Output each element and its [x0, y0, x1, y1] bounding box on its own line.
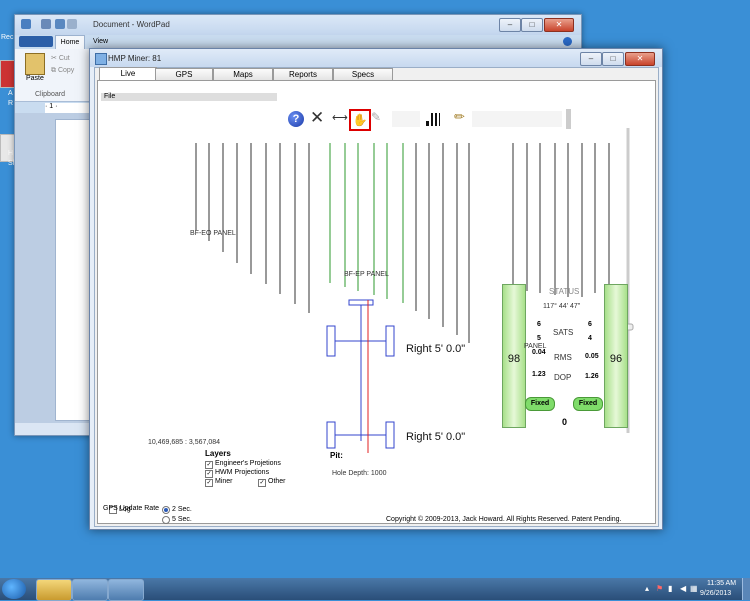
right-dop: 1.26 — [585, 373, 599, 380]
hmp-close-button[interactable]: ✕ — [625, 52, 655, 66]
wordpad-file-menu-button[interactable] — [19, 36, 53, 47]
tab-live[interactable]: Live — [99, 67, 157, 81]
layer-miner-checkbox[interactable]: ✓ — [205, 479, 213, 487]
hmp-minimize-button[interactable]: – — [580, 52, 602, 66]
miner-left-track-top — [326, 325, 336, 357]
miner-right-track-bottom — [385, 421, 395, 449]
right-offset-top: Right 5' 0.0" — [406, 343, 466, 355]
hmp-app-icon — [95, 53, 107, 65]
miner-outline — [326, 299, 395, 449]
hmp-titlebar[interactable]: HMP Miner: 81 – □ ✕ — [90, 49, 662, 67]
left-gps-value: 98 — [507, 353, 521, 365]
desktop-label-recycle: Rec — [1, 34, 14, 41]
tray-arrow-icon[interactable]: ▴ — [645, 584, 653, 593]
layer-other-checkbox[interactable]: ✓ — [258, 479, 266, 487]
status-header: STATUS — [549, 287, 580, 296]
clipboard-group-label: Clipboard — [35, 91, 65, 98]
gps-rate-2sec-radio[interactable] — [162, 506, 170, 514]
copyright-notice: Copyright © 2009-2013, Jack Howard. All … — [386, 516, 622, 523]
wordpad-close-button[interactable]: ✕ — [544, 18, 574, 32]
redo-icon[interactable] — [67, 19, 77, 29]
miner-top-cap — [348, 299, 374, 306]
wordpad-app-icon[interactable] — [21, 19, 31, 29]
miner-right-track-top — [385, 325, 395, 357]
layer-other-label: Other — [268, 478, 286, 485]
drill-lines — [195, 143, 610, 343]
taskbar-explorer-icon[interactable] — [36, 579, 72, 601]
show-desktop-button[interactable] — [742, 578, 750, 600]
start-button[interactable] — [2, 579, 26, 599]
clock-date[interactable]: 9/26/2013 — [700, 590, 731, 597]
miner-left-track-bottom — [326, 421, 336, 449]
gps-rate-5sec-radio[interactable] — [162, 516, 170, 524]
right-sats: 4 — [588, 335, 592, 342]
coordinates-readout: 10,469,685 : 3,567,084 — [148, 439, 221, 446]
taskbar-wordpad-icon[interactable] — [108, 579, 144, 601]
tray-volume-icon[interactable]: ◀ — [680, 584, 688, 593]
undo-icon[interactable] — [55, 19, 65, 29]
cut-button[interactable]: ✂ Cut — [51, 54, 70, 62]
sats-label: SATS — [553, 328, 574, 337]
desktop-label-a: A — [8, 90, 13, 97]
cut-icon: ✂ — [51, 55, 59, 62]
left-sats-top: 6 — [537, 321, 541, 328]
bf-ep-panel-label: BF-EP PANEL — [344, 271, 389, 278]
gps-update-rate-label: GPS Update Rate — [103, 505, 160, 512]
wordpad-titlebar[interactable]: Document - WordPad – □ ✕ — [15, 15, 581, 35]
wordpad-tab-home[interactable]: Home — [55, 35, 85, 50]
copy-label: Copy — [57, 67, 75, 74]
hmp-body: Live GPS Maps Reports Specs File ? ✕ ⟷ ✋… — [94, 67, 659, 527]
right-fix-badge: Fixed — [573, 397, 603, 411]
left-sats: 5 — [537, 335, 541, 342]
right-sats-top: 6 — [588, 321, 592, 328]
rms-label: RMS — [554, 353, 572, 362]
taskbar-hmp-icon[interactable] — [72, 579, 108, 601]
tray-flag-icon[interactable]: ⚑ — [656, 584, 664, 593]
right-gps-value: 96 — [609, 353, 623, 365]
heading-readout: 117° 44' 47" — [543, 303, 581, 310]
miner-plot[interactable] — [98, 81, 655, 523]
layer-engineers-label: Engineer's Projetions — [215, 460, 281, 467]
desktop-label-h: H — [8, 150, 14, 157]
copy-button[interactable]: ⧉ Copy — [51, 67, 74, 75]
wordpad-tab-view[interactable]: View — [93, 38, 108, 45]
right-rms: 0.05 — [585, 353, 599, 360]
tray-power-icon[interactable]: ▮ — [668, 584, 676, 593]
clock-time[interactable]: 11:35 AM — [707, 580, 736, 587]
wordpad-minimize-button[interactable]: – — [499, 18, 521, 32]
dop-label: DOP — [554, 373, 572, 382]
right-offset-bottom: Right 5' 0.0" — [406, 431, 466, 443]
copy-icon: ⧉ — [51, 67, 58, 74]
save-icon[interactable] — [41, 19, 51, 29]
wordpad-title: Document - WordPad — [93, 20, 170, 29]
left-fix-badge: Fixed — [525, 397, 555, 411]
hmp-maximize-button[interactable]: □ — [602, 52, 624, 66]
pit-label: Pit: — [330, 451, 343, 460]
gps-rate-2sec-label: 2 Sec. — [172, 506, 192, 513]
layer-hwm-label: HWM Projections — [215, 469, 270, 476]
tray-network-icon[interactable]: ▦ — [690, 584, 698, 593]
layer-hwm-checkbox[interactable]: ✓ — [205, 470, 213, 478]
live-panel: File ? ✕ ⟷ ✋ ✎ ✏ BF-EO PANEL BF-EP PANEL… — [97, 80, 656, 524]
help-icon[interactable] — [563, 37, 572, 46]
hole-depth-readout: Hole Depth: 1000 — [332, 470, 387, 477]
center-zero-readout: 0 — [562, 417, 568, 427]
left-rms: 0.04 — [532, 349, 546, 356]
bf-eo-panel-label: BF-EO PANEL — [190, 230, 236, 237]
hmp-title: HMP Miner: 81 — [108, 54, 162, 63]
layer-miner-label: Miner — [215, 478, 233, 485]
layers-title: Layers — [205, 449, 231, 458]
left-dop: 1.23 — [532, 371, 546, 378]
paste-label[interactable]: Paste — [26, 75, 44, 82]
layer-engineers-checkbox[interactable]: ✓ — [205, 461, 213, 469]
wordpad-maximize-button[interactable]: □ — [521, 18, 543, 32]
desktop-label-r: R — [8, 100, 14, 107]
gps-rate-5sec-label: 5 Sec. — [172, 516, 192, 523]
cut-label: Cut — [58, 55, 70, 62]
paste-icon[interactable] — [25, 53, 45, 75]
hmp-miner-window[interactable]: HMP Miner: 81 – □ ✕ Live GPS Maps Report… — [89, 48, 663, 530]
